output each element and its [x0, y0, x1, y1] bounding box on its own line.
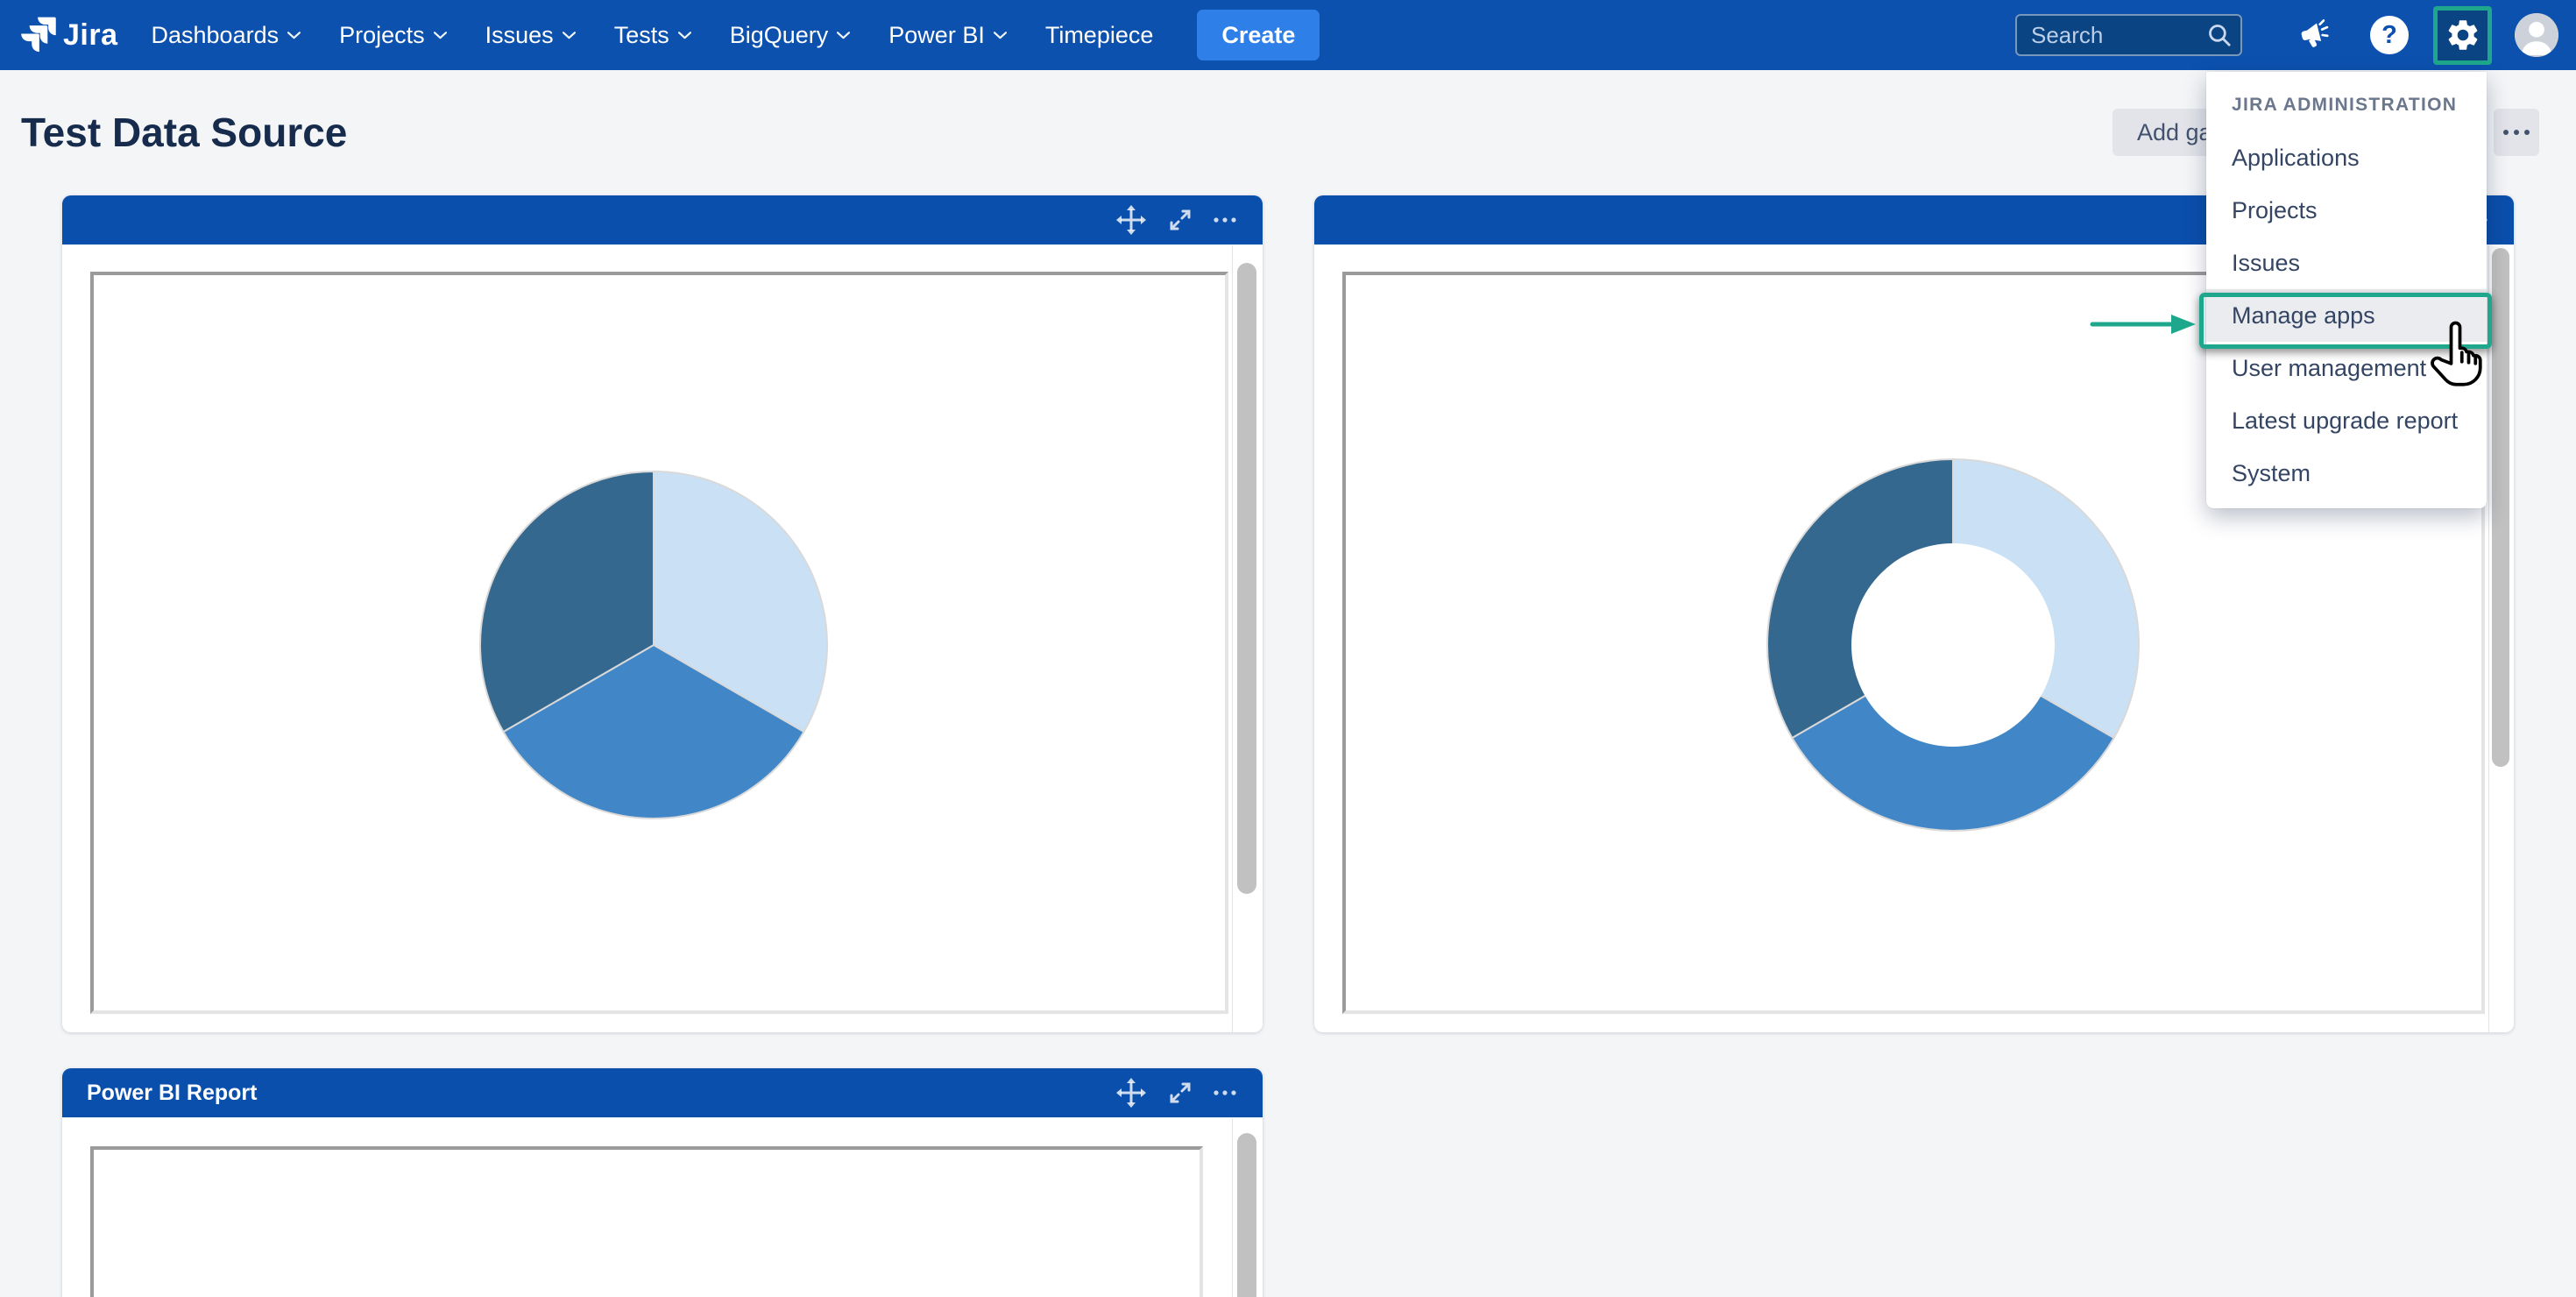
feedback-button[interactable]: [2296, 17, 2333, 53]
menu-item-user-management[interactable]: User management: [2206, 342, 2487, 394]
avatar-icon: [2515, 13, 2558, 57]
menu-item-projects[interactable]: Projects: [2206, 184, 2487, 237]
chevron-down-icon: [837, 32, 850, 39]
move-icon[interactable]: [1115, 1077, 1147, 1109]
nav-item-projects[interactable]: Projects: [339, 22, 447, 49]
nav-item-issues[interactable]: Issues: [485, 22, 576, 49]
jira-logo[interactable]: Jira: [21, 17, 118, 53]
nav-item-powerbi[interactable]: Power BI: [888, 22, 1007, 49]
nav-item-timepiece[interactable]: Timepiece: [1045, 22, 1154, 49]
jira-logo-icon: [21, 17, 56, 53]
chevron-down-icon: [287, 32, 301, 39]
menu-item-latest-upgrade-report[interactable]: Latest upgrade report: [2206, 394, 2487, 447]
gadget-title: Power BI Report: [87, 1081, 257, 1106]
donut-hole: [1851, 543, 2055, 747]
jira-logo-text: Jira: [63, 18, 118, 53]
gear-highlight-box: [2433, 6, 2492, 65]
gear-icon: [2445, 17, 2481, 53]
expand-icon[interactable]: [1166, 206, 1194, 234]
chevron-down-icon: [994, 32, 1007, 39]
menu-item-applications[interactable]: Applications: [2206, 131, 2487, 184]
gadget-powerbi-report: Power BI Report: [62, 1068, 1263, 1297]
nav-item-bigquery[interactable]: BigQuery: [730, 22, 851, 49]
chevron-down-icon: [434, 32, 447, 39]
search-icon: [2207, 23, 2232, 47]
gadget-scrollbar-thumb[interactable]: [2492, 248, 2509, 767]
dashboard-more-button[interactable]: [2494, 109, 2539, 156]
gadget-scrollbar-thumb[interactable]: [1237, 263, 1256, 894]
menu-section-heading: JIRA ADMINISTRATION: [2232, 95, 2457, 116]
top-navbar: Jira Dashboards Projects Issues Tests Bi…: [0, 0, 2576, 70]
chevron-down-icon: [678, 32, 691, 39]
help-icon: ?: [2381, 21, 2397, 50]
nav-item-dashboards[interactable]: Dashboards: [152, 22, 301, 49]
menu-item-manage-apps[interactable]: Manage apps: [2206, 289, 2487, 342]
pie-chart: [470, 461, 838, 829]
admin-settings-button[interactable]: [2445, 17, 2481, 53]
ellipsis-icon: [2503, 130, 2530, 135]
create-button[interactable]: Create: [1197, 10, 1320, 60]
donut-chart: [1760, 452, 2146, 838]
page: Jira Dashboards Projects Issues Tests Bi…: [0, 0, 2576, 1297]
nav-item-tests[interactable]: Tests: [614, 22, 691, 49]
menu-item-system[interactable]: System: [2206, 447, 2487, 500]
gadget-iframe: [90, 1146, 1203, 1297]
chevron-down-icon: [563, 32, 576, 39]
move-icon[interactable]: [1115, 204, 1147, 236]
menu-item-issues[interactable]: Issues: [2206, 237, 2487, 289]
expand-icon[interactable]: [1166, 1079, 1194, 1107]
more-icon[interactable]: [1214, 1089, 1236, 1096]
gadget-header[interactable]: Power BI Report: [62, 1068, 1263, 1117]
help-button[interactable]: ?: [2370, 16, 2409, 54]
user-avatar[interactable]: [2515, 13, 2558, 57]
page-title: Test Data Source: [21, 109, 347, 156]
more-icon[interactable]: [1214, 216, 1236, 223]
gadget-header[interactable]: [62, 195, 1263, 245]
search-box: [2015, 14, 2242, 56]
jira-administration-menu: JIRA ADMINISTRATION Applications Project…: [2206, 72, 2487, 508]
gadget-scrollbar-thumb[interactable]: [1237, 1133, 1256, 1297]
megaphone-icon: [2296, 17, 2333, 53]
